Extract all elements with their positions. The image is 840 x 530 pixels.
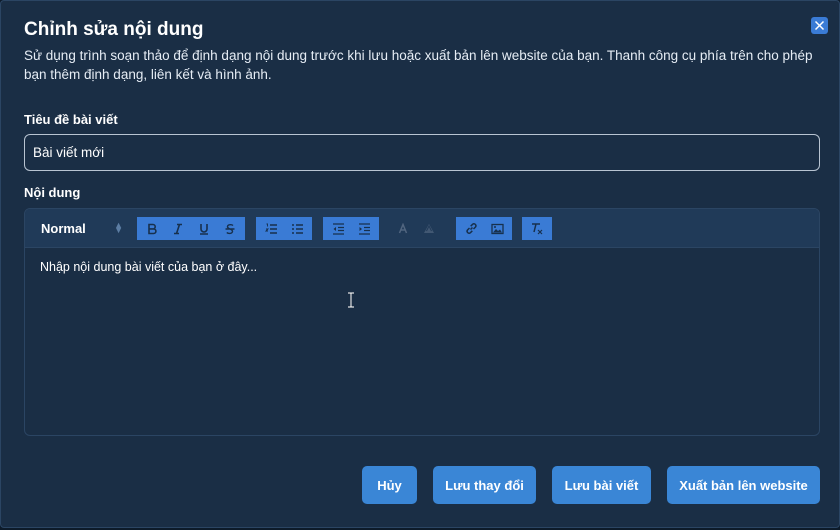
editor-content[interactable]: Nhập nội dung bài viết của bạn ở đây... <box>40 260 257 274</box>
clean-group <box>522 217 552 240</box>
list-group <box>256 217 312 240</box>
dialog-description: Sử dụng trình soạn thảo để định dạng nội… <box>24 48 813 82</box>
outdent-icon <box>332 222 344 235</box>
text-color-icon <box>398 222 408 233</box>
bullet-list-button[interactable] <box>284 217 310 240</box>
background-color-button[interactable] <box>416 217 442 240</box>
clear-format-button[interactable] <box>524 217 550 240</box>
text-color-button[interactable] <box>390 217 416 240</box>
publish-button[interactable]: Xuất bản lên website <box>667 466 820 504</box>
link-button[interactable] <box>458 217 484 240</box>
indent-group <box>323 217 379 240</box>
text-style-group <box>137 217 245 240</box>
underline-button[interactable] <box>191 217 217 240</box>
close-button[interactable] <box>811 17 828 34</box>
strike-button[interactable] <box>217 217 243 240</box>
heading-select[interactable]: Normal ▲ ▼ <box>33 218 123 238</box>
save-post-button[interactable]: Lưu bài viết <box>552 466 651 504</box>
clear-format-icon <box>532 223 543 235</box>
heading-select-value: Normal <box>41 220 86 236</box>
bullet-list-icon <box>291 223 303 234</box>
outdent-button[interactable] <box>325 217 351 240</box>
underline-icon <box>200 223 208 235</box>
link-icon <box>465 223 477 234</box>
image-icon <box>490 223 504 234</box>
ordered-list-icon <box>264 223 277 234</box>
indent-button[interactable] <box>351 217 377 240</box>
italic-icon <box>174 223 182 234</box>
save-changes-button[interactable]: Lưu thay đổi <box>433 466 536 504</box>
cancel-button[interactable]: Hủy <box>362 466 417 504</box>
edit-content-dialog: Chỉnh sửa nội dung Sử dụng trình soạn th… <box>0 0 840 528</box>
insert-group <box>456 217 512 240</box>
ordered-list-button[interactable] <box>258 217 284 240</box>
bold-icon <box>148 223 157 234</box>
select-arrows-icon: ▲ ▼ <box>114 220 123 235</box>
strike-icon <box>225 223 235 234</box>
indent-icon <box>358 222 370 235</box>
content-label: Nội dung <box>24 185 81 200</box>
title-input[interactable] <box>24 134 820 171</box>
background-color-icon <box>424 223 434 233</box>
bold-button[interactable] <box>139 217 165 240</box>
close-icon <box>814 20 825 31</box>
text-cursor-icon <box>347 292 355 313</box>
editor-toolbar: Normal ▲ ▼ <box>25 209 819 248</box>
title-label: Tiêu đề bài viết <box>24 112 118 127</box>
rich-text-editor: Normal ▲ ▼ Nhập nội dung bài viết của bạ… <box>24 208 820 436</box>
dialog-title: Chỉnh sửa nội dung <box>24 19 204 40</box>
color-group <box>390 217 442 240</box>
image-button[interactable] <box>484 217 510 240</box>
italic-button[interactable] <box>165 217 191 240</box>
